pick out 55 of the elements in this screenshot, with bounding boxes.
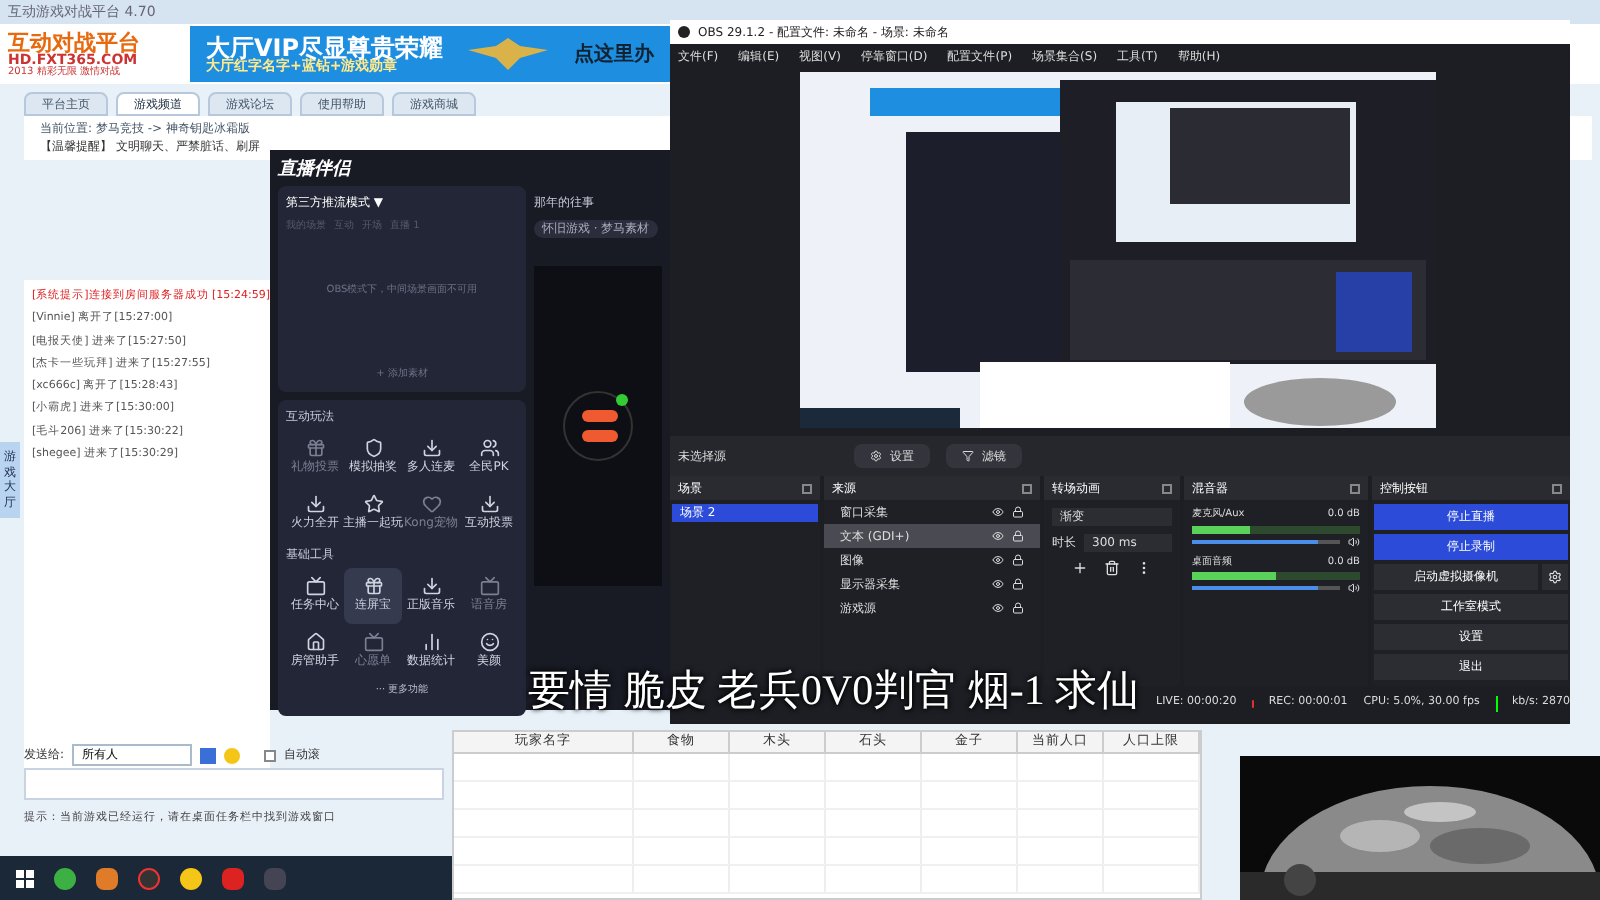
message-input[interactable] <box>24 768 444 800</box>
gear-icon <box>870 450 882 462</box>
wing-badge-icon <box>468 38 549 70</box>
logo-title: 互动对战平台 <box>8 31 142 53</box>
banner-cta: 点这里办 <box>573 40 654 69</box>
bar-chart-icon <box>421 632 441 652</box>
banner-headline: 大厅VIP尽显尊贵荣耀 <box>206 35 444 59</box>
subtitle-overlay: 要情 脆皮 老兵0V0判官 烟-1 求仙 <box>528 664 1140 718</box>
app-title: 直播伴侣 <box>278 158 354 184</box>
monitor-icon <box>305 576 325 596</box>
settings-icon[interactable] <box>1542 564 1568 590</box>
connection-indicator <box>1495 695 1496 711</box>
add-icon[interactable] <box>1072 560 1088 576</box>
auto-scroll-checkbox[interactable] <box>264 749 277 761</box>
visibility-icon[interactable] <box>992 506 1004 518</box>
lock-icon[interactable] <box>1012 530 1024 542</box>
undock-icon[interactable] <box>1022 483 1032 493</box>
speaker-icon[interactable] <box>1348 582 1360 594</box>
download-icon <box>479 494 499 514</box>
star-icon <box>363 494 383 514</box>
windows-icon[interactable] <box>16 869 34 887</box>
undock-icon[interactable] <box>802 483 812 493</box>
game-app-icon[interactable] <box>96 867 118 889</box>
heart-icon <box>421 494 441 514</box>
trash-icon[interactable] <box>1104 560 1120 576</box>
lock-icon[interactable] <box>1012 602 1024 614</box>
lock-icon[interactable] <box>1012 578 1024 590</box>
people-icon <box>479 438 499 458</box>
visibility-icon[interactable] <box>992 578 1004 590</box>
gift-icon <box>363 576 383 596</box>
smiley-icon <box>479 632 499 652</box>
chat-app-icon[interactable] <box>54 867 76 889</box>
obs-app-icon[interactable] <box>138 867 160 889</box>
status-widget-icon <box>562 389 634 461</box>
undock-icon[interactable] <box>1552 483 1562 493</box>
speaker-icon[interactable] <box>1348 535 1360 547</box>
gift-icon <box>305 438 325 458</box>
square-app-icon[interactable] <box>222 867 244 889</box>
visibility-icon[interactable] <box>992 530 1004 542</box>
undock-icon[interactable] <box>1350 483 1360 493</box>
obs-logo-icon <box>678 26 690 38</box>
download-icon <box>305 494 325 514</box>
lock-icon[interactable] <box>1012 554 1024 566</box>
lobby-app-icon[interactable] <box>180 867 202 889</box>
filter-icon <box>962 450 974 462</box>
download-icon <box>421 576 441 596</box>
monitor-icon <box>363 632 383 652</box>
visibility-icon[interactable] <box>992 554 1004 566</box>
shield-icon <box>363 438 383 458</box>
monitor-icon <box>479 576 499 596</box>
house-icon <box>305 632 325 652</box>
lock-icon[interactable] <box>1012 506 1024 518</box>
undock-icon[interactable] <box>1162 483 1172 493</box>
download-icon <box>421 438 441 458</box>
visibility-icon[interactable] <box>992 602 1004 614</box>
